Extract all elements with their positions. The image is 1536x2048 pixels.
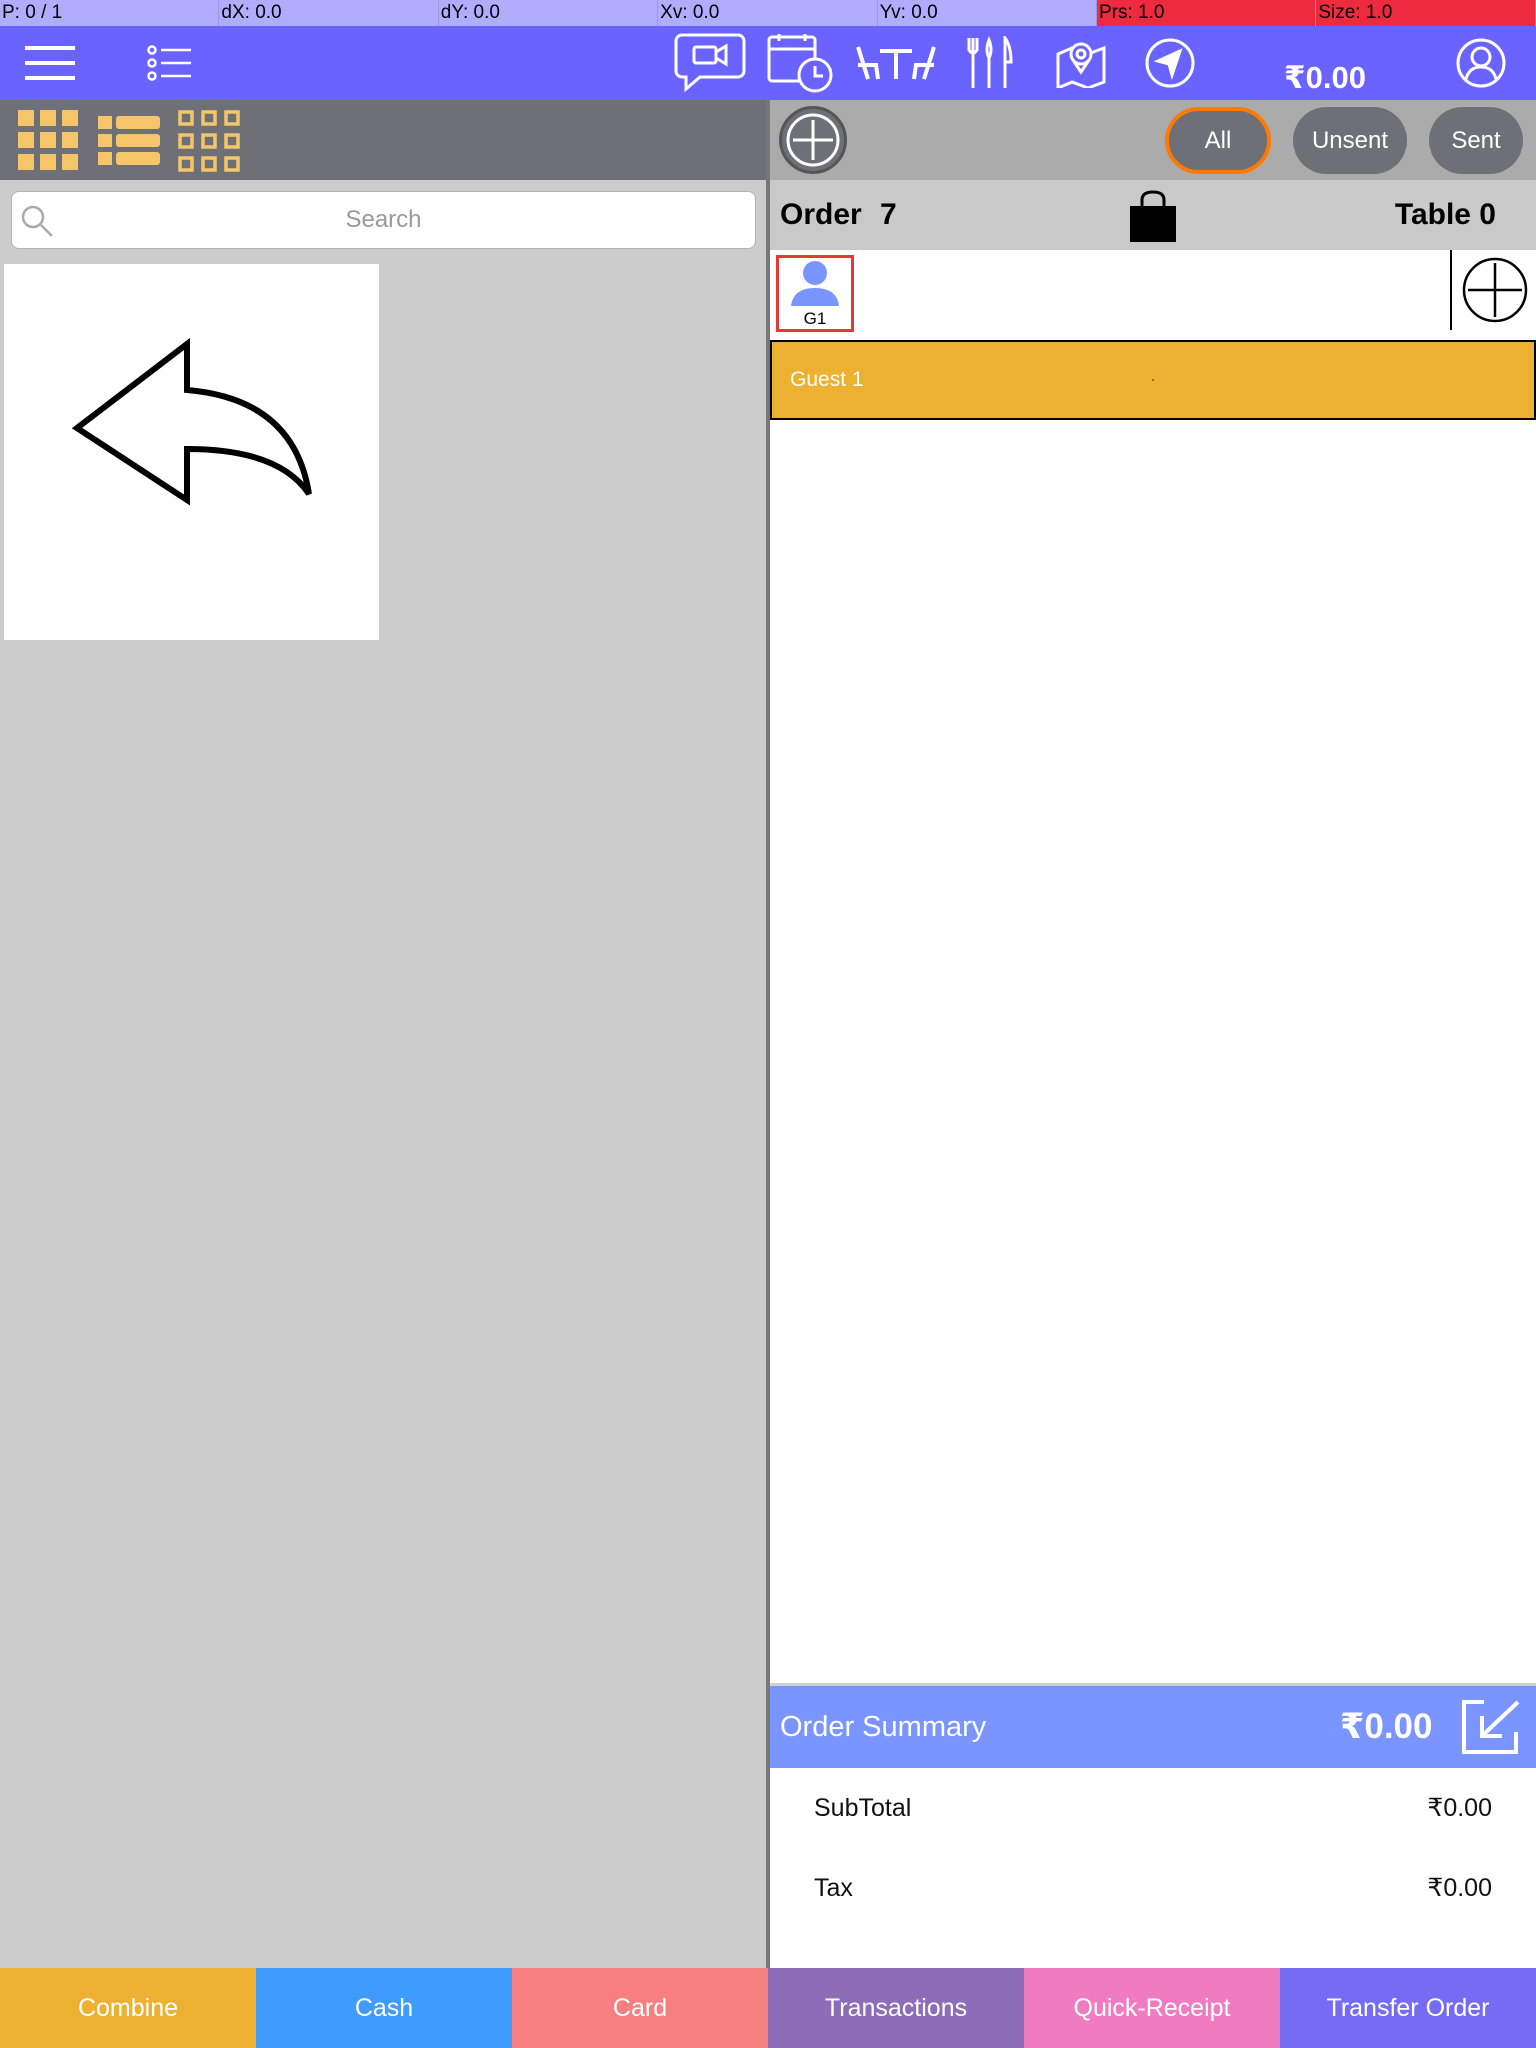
subtotal-label: SubTotal (814, 1794, 912, 1822)
debug-dx: dX: 0.0 (219, 0, 439, 26)
combine-button[interactable]: Combine (0, 1968, 256, 2048)
grid-large-icon[interactable] (18, 110, 80, 172)
order-label: Order (780, 198, 862, 231)
cash-button[interactable]: Cash (256, 1968, 512, 2048)
guest-strip-divider (1450, 250, 1452, 330)
product-pane (0, 100, 766, 1968)
summary-total: ₹0.00 (1340, 1707, 1433, 1746)
debug-xv: Xv: 0.0 (658, 0, 878, 26)
order-number: 7 (880, 198, 897, 231)
pointer-debug-bar: P: 0 / 1 dX: 0.0 dY: 0.0 Xv: 0.0 Yv: 0.0… (0, 0, 1536, 26)
table-label: Table 0 (1394, 198, 1496, 231)
plus-circle-icon (786, 113, 840, 167)
guest-row-label: Guest 1 (790, 368, 864, 391)
view-mode-toolbar (0, 100, 766, 180)
tax-value: ₹0.00 (1427, 1874, 1492, 1902)
guest-chip-g1[interactable]: G1 (776, 255, 854, 332)
tax-label: Tax (814, 1874, 853, 1902)
filter-unsent-button[interactable]: Unsent (1293, 107, 1407, 174)
back-arrow-icon (71, 337, 312, 506)
balance-amount: ₹0.00 (1284, 60, 1366, 95)
filter-sent-button[interactable]: Sent (1429, 107, 1523, 174)
debug-dy: dY: 0.0 (438, 0, 659, 26)
card-button[interactable]: Card (512, 1968, 768, 2048)
order-summary-header[interactable]: Order Summary ₹0.00 (770, 1686, 1536, 1768)
guest-chip-label: G1 (803, 309, 827, 328)
map-pin-icon[interactable] (1055, 26, 1107, 100)
debug-size: Size: 1.0 (1316, 0, 1536, 26)
dining-icon[interactable] (965, 26, 1015, 100)
guest-row[interactable]: Guest 1 (770, 340, 1536, 420)
profile-icon[interactable] (1455, 26, 1507, 100)
filter-all-button[interactable]: All (1165, 107, 1271, 174)
order-pane: All Unsent Sent Order 7 Table 0 G1 Guest… (770, 100, 1536, 1968)
add-guest-button[interactable] (1460, 255, 1530, 325)
search-field[interactable] (11, 191, 756, 249)
guest-avatar-icon (791, 261, 839, 306)
summary-title: Order Summary (780, 1711, 987, 1743)
shopping-bag-icon[interactable] (1128, 190, 1178, 242)
back-tile[interactable] (4, 264, 379, 640)
guest-row-marker (1152, 379, 1154, 381)
grid-small-icon[interactable] (178, 110, 240, 172)
guest-strip: G1 (770, 250, 1536, 340)
debug-pressure: Prs: 1.0 (1096, 0, 1317, 26)
debug-pointer: P: 0 / 1 (0, 0, 220, 26)
list-view-icon[interactable] (98, 110, 160, 172)
subtotal-value: ₹0.00 (1427, 1794, 1492, 1822)
transactions-button[interactable]: Transactions (768, 1968, 1024, 2048)
top-app-bar: ₹0.00 (0, 26, 1536, 100)
quick-receipt-button[interactable]: Quick-Receipt (1024, 1968, 1280, 2048)
menu-icon[interactable] (18, 26, 82, 100)
transfer-order-button[interactable]: Transfer Order (1280, 1968, 1536, 2048)
order-header: Order 7 Table 0 (770, 180, 1536, 250)
summary-row-subtotal: SubTotal ₹0.00 (770, 1768, 1536, 1848)
collapse-summary-icon[interactable] (1460, 1698, 1522, 1756)
video-chat-icon[interactable] (672, 26, 748, 100)
action-bar: Combine Cash Card Transactions Quick-Rec… (0, 1968, 1536, 2048)
summary-row-tax: Tax ₹0.00 (770, 1848, 1536, 1928)
tables-icon[interactable] (855, 26, 937, 100)
debug-yv: Yv: 0.0 (877, 0, 1097, 26)
schedule-icon[interactable] (765, 26, 837, 100)
order-toolbar: All Unsent Sent (770, 100, 1536, 180)
list-icon[interactable] (145, 26, 195, 100)
search-icon (21, 205, 53, 237)
navigation-icon[interactable] (1143, 26, 1197, 100)
add-order-button[interactable] (779, 106, 847, 174)
search-input[interactable] (12, 192, 755, 248)
